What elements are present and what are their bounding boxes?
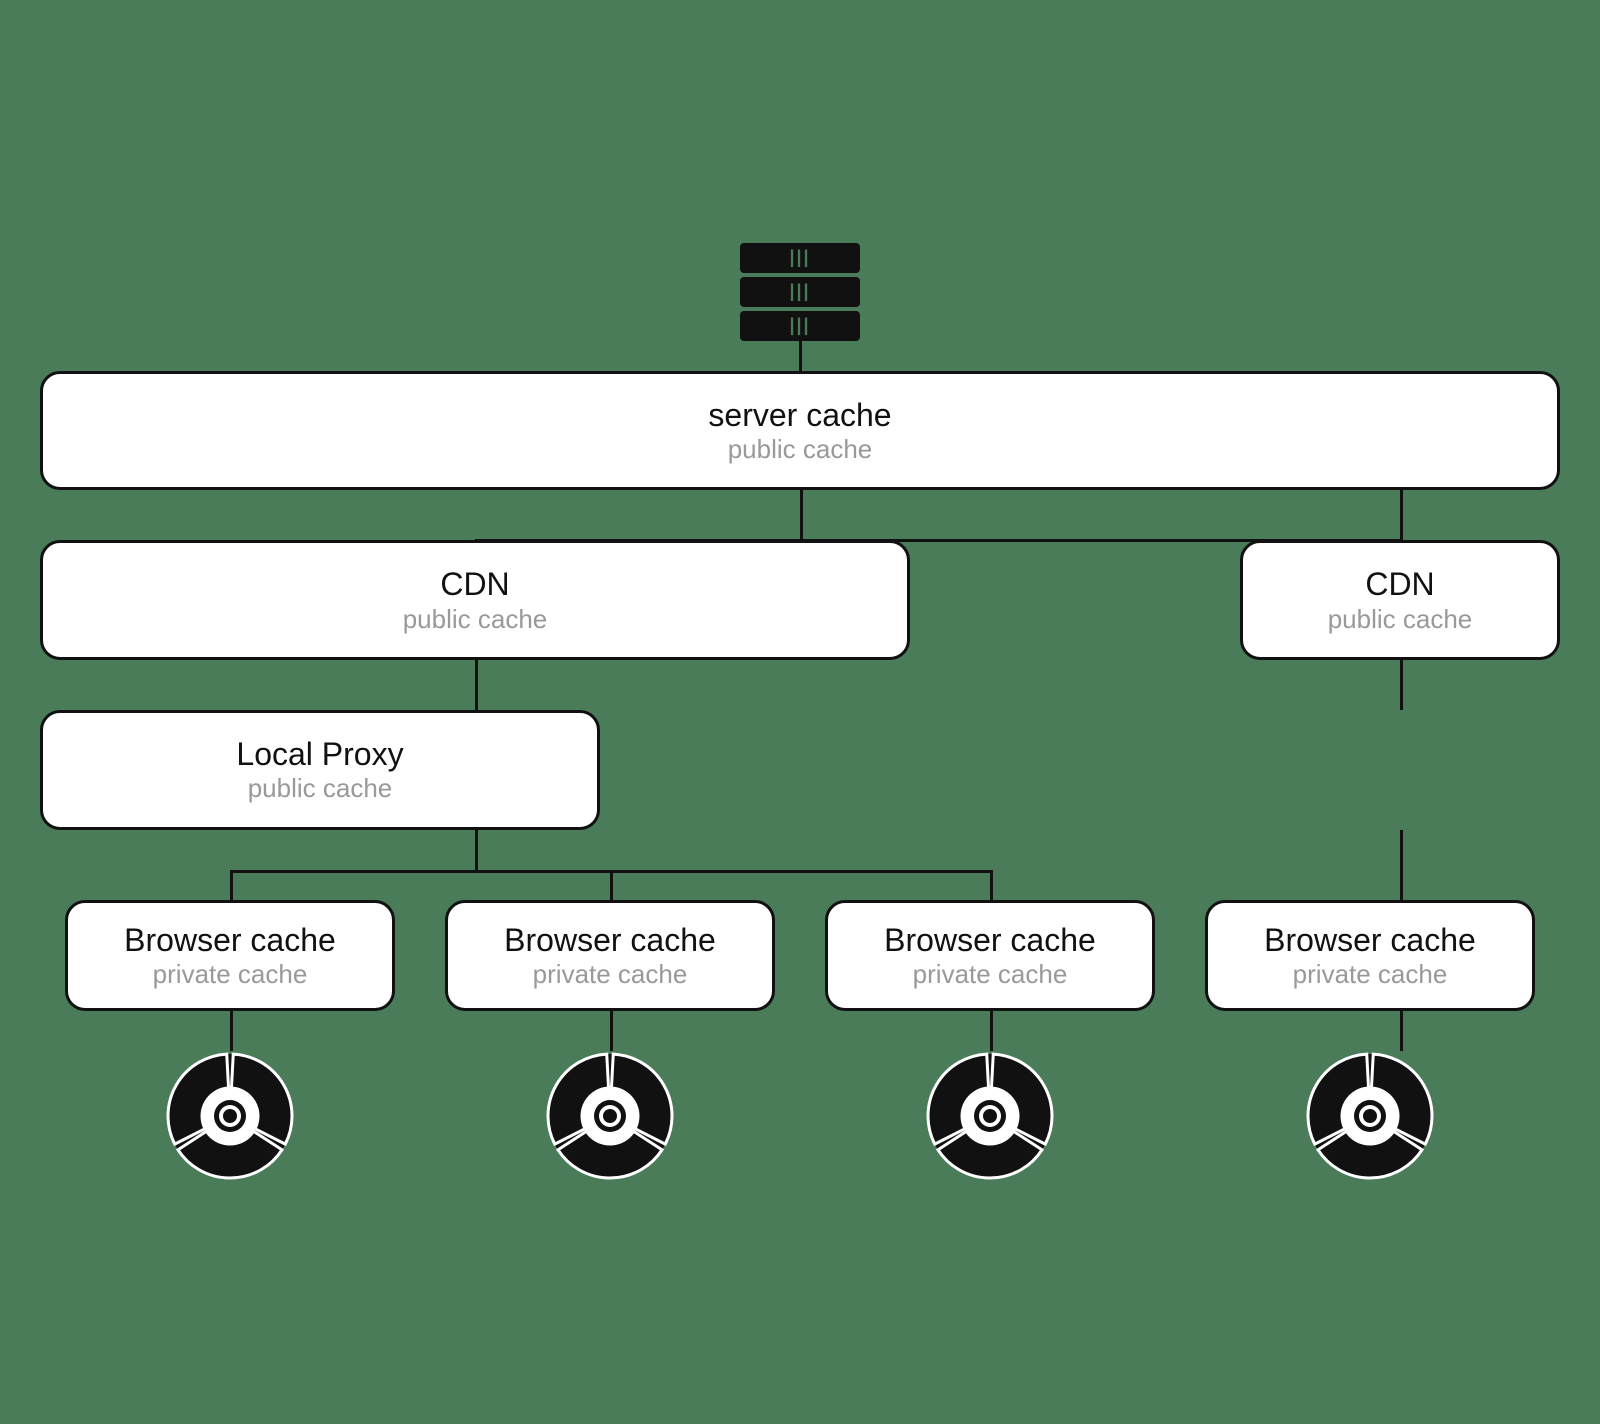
browser-cache-2-box: Browser cache private cache: [445, 900, 775, 1012]
cdn-left-title: CDN: [440, 565, 509, 603]
chrome-4-col: [1180, 1051, 1560, 1181]
v-bc2-chrome: [610, 1011, 613, 1051]
v-bc1-chrome: [230, 1011, 233, 1051]
v-cdn-right: [1400, 660, 1403, 710]
chrome-icon-3: [925, 1051, 1055, 1181]
local-proxy-box: Local Proxy public cache: [40, 710, 600, 830]
bc2-subtitle: private cache: [533, 959, 688, 990]
v-bc2: [610, 870, 613, 900]
browser-cache-row: Browser cache private cache Browser cach…: [40, 900, 1560, 1012]
v-bc3-chrome: [990, 1011, 993, 1051]
browser-cache-2-col: Browser cache private cache: [420, 900, 800, 1012]
cdn-level-row: CDN public cache CDN public cache: [40, 540, 1560, 660]
cdn-right-subtitle: public cache: [1328, 604, 1473, 635]
server-cache-title: server cache: [708, 396, 891, 434]
browser-cache-1-col: Browser cache private cache: [40, 900, 420, 1012]
chrome-3-col: [800, 1051, 1180, 1181]
local-proxy-branch: Local Proxy public cache: [40, 710, 600, 830]
browser-cache-4-box: Browser cache private cache: [1205, 900, 1535, 1012]
browser-cache-3-col: Browser cache private cache: [800, 900, 1180, 1012]
cdn-right-title: CDN: [1365, 565, 1434, 603]
v-local-proxy: [475, 830, 478, 870]
browser-cache-4-col: Browser cache private cache: [1180, 900, 1560, 1012]
chrome-2-col: [420, 1051, 800, 1181]
chrome-icon-2: [545, 1051, 675, 1181]
v-cdn-left: [475, 660, 478, 710]
local-proxy-subtitle: public cache: [248, 773, 393, 804]
bc-to-chrome-connectors: [40, 1011, 1560, 1051]
server-icon: [740, 243, 860, 341]
connector-server-to-box: [799, 341, 802, 371]
cdn-left-box: CDN public cache: [40, 540, 910, 660]
v-line-right: [1400, 490, 1403, 540]
local-proxy-title: Local Proxy: [236, 735, 403, 773]
bc3-subtitle: private cache: [913, 959, 1068, 990]
bc4-title: Browser cache: [1264, 921, 1476, 959]
chrome-1-col: [40, 1051, 420, 1181]
cdn-branch-connectors: [40, 660, 1560, 710]
cdn-right-box: CDN public cache: [1240, 540, 1560, 660]
chrome-icons-row: [40, 1051, 1560, 1181]
db-layer-3: [740, 311, 860, 341]
v-cdn-right-to-bc4: [1400, 830, 1403, 900]
cache-hierarchy-diagram: server cache public cache CDN public cac…: [20, 243, 1580, 1181]
db-layer-1: [740, 243, 860, 273]
v-bc1: [230, 870, 233, 900]
chrome-icon-1: [165, 1051, 295, 1181]
bc1-subtitle: private cache: [153, 959, 308, 990]
v-bc4-chrome: [1400, 1011, 1403, 1051]
chrome-icon-4: [1305, 1051, 1435, 1181]
browser-cache-3-box: Browser cache private cache: [825, 900, 1155, 1012]
cdn-left-subtitle: public cache: [403, 604, 548, 635]
bc1-title: Browser cache: [124, 921, 336, 959]
server-cache-subtitle: public cache: [728, 434, 873, 465]
cdn-left-branch: CDN public cache: [40, 540, 910, 660]
server-branch-connector: [40, 490, 1560, 540]
h-cdn-to-bc3: [475, 870, 993, 873]
bc3-title: Browser cache: [884, 921, 1096, 959]
browser-cache-1-box: Browser cache private cache: [65, 900, 395, 1012]
level3-connectors: [40, 830, 1560, 900]
v-bc3: [990, 870, 993, 900]
bc2-title: Browser cache: [504, 921, 716, 959]
bc4-subtitle: private cache: [1293, 959, 1448, 990]
h-line-cdn: [475, 539, 1400, 542]
server-cache-box: server cache public cache: [40, 371, 1560, 491]
cdn-right-branch: CDN public cache: [1240, 540, 1560, 660]
db-layer-2: [740, 277, 860, 307]
v-line-center: [800, 490, 803, 540]
local-proxy-level: Local Proxy public cache: [40, 710, 1560, 830]
